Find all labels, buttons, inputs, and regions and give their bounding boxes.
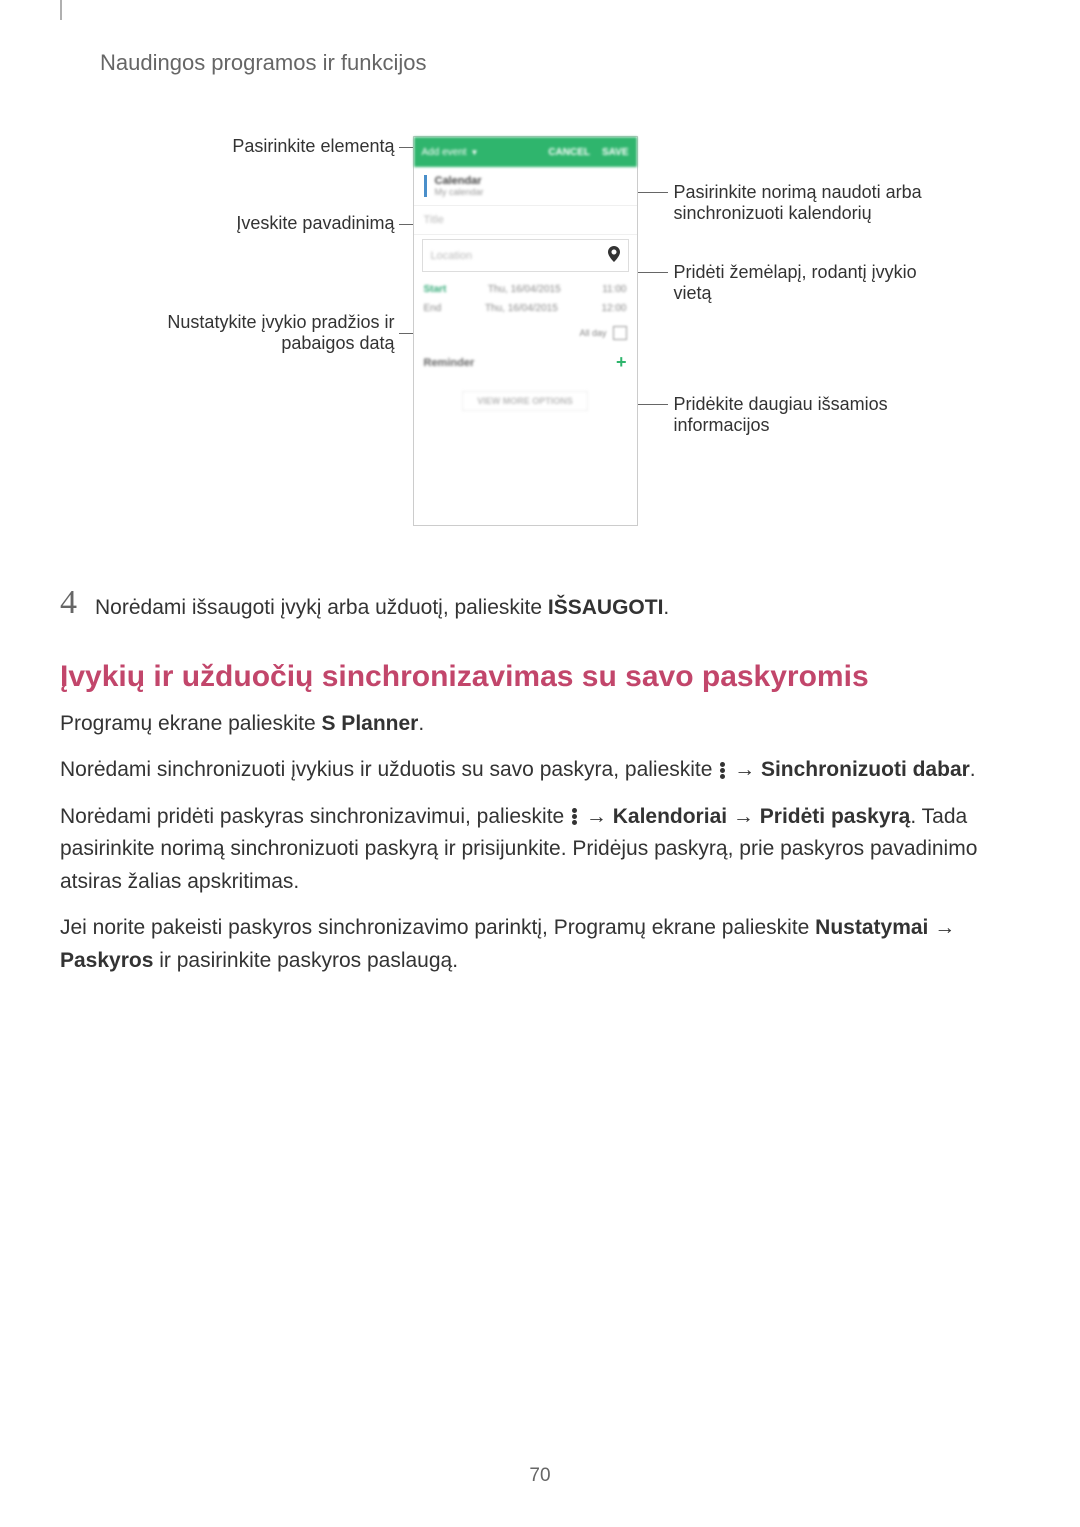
paragraph-4: Jei norite pakeisti paskyros sinchroniza…: [60, 912, 1020, 977]
step-text: Norėdami išsaugoti įvykį arba užduotį, p…: [95, 586, 669, 624]
phone-start-time: 11:00: [602, 284, 626, 295]
callout-select-element: Pasirinkite elementą: [133, 136, 413, 157]
p1-bold: S Planner: [321, 712, 418, 735]
plus-icon: +: [616, 352, 627, 373]
page-number: 70: [0, 1465, 1080, 1487]
callout-add-map: Pridėti žemėlapį, rodantį įvykio vietą: [656, 262, 948, 304]
dropdown-caret-icon: ▼: [471, 148, 479, 157]
phone-location-field: Location: [431, 250, 608, 262]
phone-reminder-label: Reminder: [424, 357, 475, 369]
more-options-icon: [572, 807, 578, 827]
section-title: Įvykių ir užduočių sinchronizavimas su s…: [60, 660, 1020, 694]
phone-end-time: 12:00: [601, 303, 626, 314]
p3-prefix: Norėdami pridėti paskyras sinchronizavim…: [60, 805, 570, 828]
phone-allday-checkbox: [613, 326, 627, 340]
arrow: →: [727, 805, 760, 828]
arrow: →: [728, 758, 761, 781]
phone-allday-label: All day: [579, 328, 606, 338]
p2-bold: Sinchronizuoti dabar: [761, 758, 970, 781]
callout-select-calendar: Pasirinkite norimą naudoti arba sinchron…: [656, 182, 948, 224]
step-text-bold: IŠSAUGOTI: [548, 596, 664, 619]
callout-more-info: Pridėkite daugiau išsamios informacijos: [656, 394, 948, 436]
more-options-icon: [720, 761, 726, 781]
p1-suffix: .: [418, 712, 424, 735]
phone-add-event-label: Add event: [422, 147, 467, 158]
phone-end-label: End: [424, 303, 442, 314]
location-pin-icon: [608, 246, 620, 265]
p4-prefix: Jei norite pakeisti paskyros sinchroniza…: [60, 916, 815, 939]
step-text-suffix: .: [663, 596, 669, 619]
phone-screenshot: Add event ▼ CANCEL SAVE Calendar My cale…: [413, 136, 638, 526]
callout-set-dates: Nustatykite įvykio pradžios ir pabaigos …: [133, 312, 413, 354]
p2-prefix: Norėdami sinchronizuoti įvykius ir užduo…: [60, 758, 718, 781]
phone-start-date: Thu, 16/04/2015: [488, 284, 561, 295]
phone-cancel: CANCEL: [548, 147, 590, 158]
page-header: Naudingos programos ir funkcijos: [100, 50, 1020, 76]
callout-enter-name: Įveskite pavadinimą: [133, 213, 413, 234]
p3-bold2: Pridėti paskyrą: [760, 805, 911, 828]
annotated-diagram: Pasirinkite elementą Įveskite pavadinimą…: [60, 136, 1020, 526]
p2-suffix: .: [970, 758, 976, 781]
paragraph-1: Programų ekrane palieskite S Planner.: [60, 708, 1020, 741]
phone-calendar-sub: My calendar: [435, 187, 627, 197]
arrow: →: [580, 805, 613, 828]
p1-prefix: Programų ekrane palieskite: [60, 712, 321, 735]
p4-bold1: Nustatymai: [815, 916, 928, 939]
step-4: 4 Norėdami išsaugoti įvykį arba užduotį,…: [60, 586, 1020, 624]
phone-title-field: Title: [424, 214, 627, 226]
paragraph-3: Norėdami pridėti paskyras sinchronizavim…: [60, 801, 1020, 899]
p4-rest: ir pasirinkite paskyros paslaugą.: [153, 949, 458, 972]
phone-calendar-label: Calendar: [435, 175, 627, 187]
p3-bold1: Kalendoriai: [613, 805, 727, 828]
arrow: →: [928, 916, 955, 939]
paragraph-2: Norėdami sinchronizuoti įvykius ir užduo…: [60, 754, 1020, 787]
phone-end-date: Thu, 16/04/2015: [485, 303, 558, 314]
p4-bold2: Paskyros: [60, 949, 153, 972]
phone-view-more: VIEW MORE OPTIONS: [462, 391, 588, 411]
phone-location-row: Location: [422, 239, 629, 272]
phone-save: SAVE: [602, 147, 629, 158]
phone-start-label: Start: [424, 284, 447, 295]
step-text-prefix: Norėdami išsaugoti įvykį arba užduotį, p…: [95, 596, 548, 619]
step-number: 4: [60, 586, 77, 620]
phone-header: Add event ▼ CANCEL SAVE: [414, 137, 637, 167]
